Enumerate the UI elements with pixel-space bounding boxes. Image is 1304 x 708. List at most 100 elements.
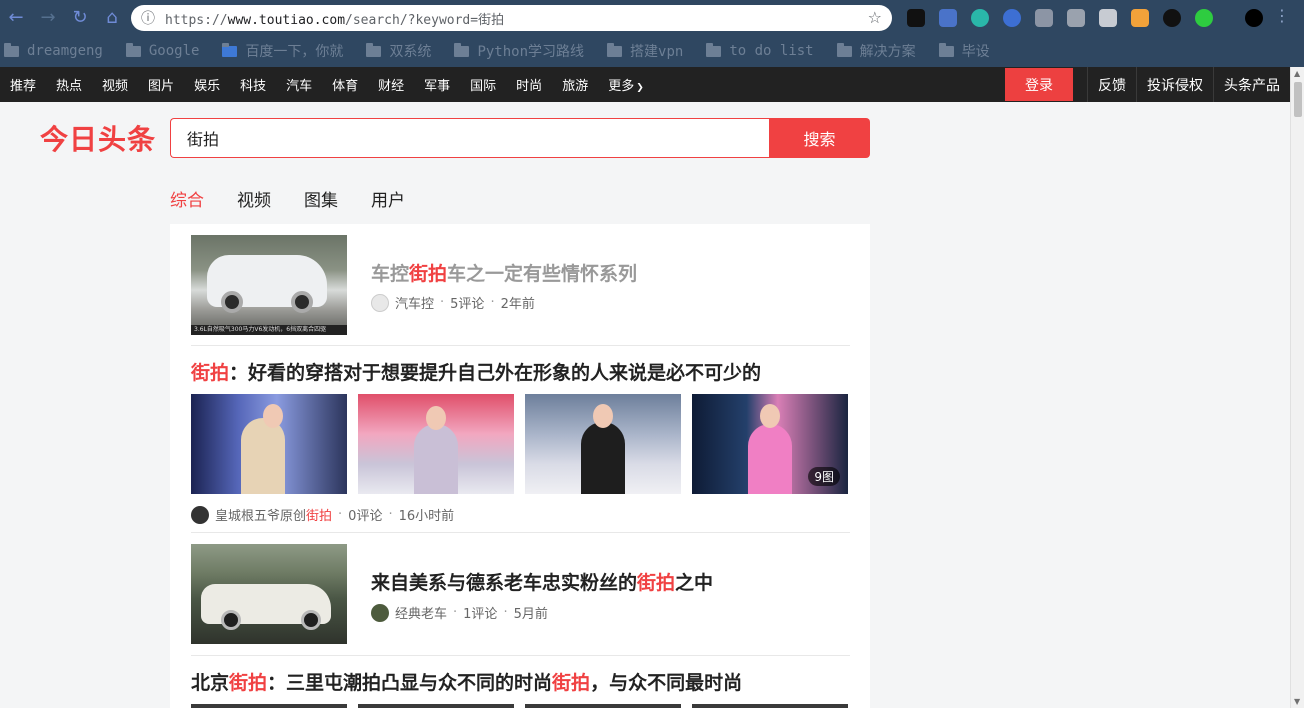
gallery-image[interactable] [191, 394, 347, 494]
head [593, 404, 613, 428]
nav-item-more[interactable]: 更多 ❯ [598, 75, 654, 94]
gallery-image[interactable] [191, 704, 347, 708]
wheel [221, 291, 243, 313]
nav-item-video[interactable]: 视频 [92, 75, 138, 94]
products-link[interactable]: 头条产品 [1213, 67, 1290, 102]
forward-icon[interactable]: → [32, 2, 64, 34]
result-item[interactable]: 来自美系与德系老车忠实粉丝的街拍之中 经典老车 · 1评论 · 5月前 [191, 544, 850, 656]
source-name[interactable]: 皇城根五爷原创街拍 [215, 505, 332, 524]
image-count-badge: 9图 [808, 467, 840, 486]
head [760, 404, 780, 428]
avatar[interactable] [191, 505, 209, 524]
nav-item-travel[interactable]: 旅游 [552, 75, 598, 94]
extension-amazon-icon[interactable] [1131, 9, 1149, 27]
info-icon[interactable]: ⓘ [131, 8, 165, 28]
bookmark-star-icon[interactable]: ☆ [868, 8, 882, 27]
report-link[interactable]: 投诉侵权 [1136, 67, 1213, 102]
login-button[interactable]: 登录 [1005, 68, 1073, 101]
result-item[interactable]: 北京街拍：三里屯潮拍凸显与众不同的时尚街拍，与众不同最时尚 [191, 656, 850, 708]
tab-video[interactable]: 视频 [237, 186, 271, 211]
tab-users[interactable]: 用户 [371, 186, 405, 211]
comment-count[interactable]: 5评论 [450, 293, 484, 312]
tab-all[interactable]: 综合 [170, 186, 204, 211]
bookmark-item[interactable]: Python学习路线 [454, 41, 584, 61]
back-icon[interactable]: ← [0, 2, 32, 34]
extension-y-icon[interactable] [1195, 9, 1213, 27]
search-input[interactable]: 街拍 [170, 118, 770, 158]
extension-chat-icon[interactable] [1163, 9, 1181, 27]
result-thumbnail[interactable] [191, 544, 347, 644]
tab-gallery[interactable]: 图集 [304, 186, 338, 211]
url-text[interactable]: https://www.toutiao.com/search/?keyword=… [165, 9, 504, 28]
gallery-image[interactable] [525, 394, 681, 494]
gallery-image[interactable]: 9图 [692, 394, 848, 494]
site-logo[interactable]: 今日头条 [40, 118, 156, 158]
result-title[interactable]: 北京街拍：三里屯潮拍凸显与众不同的时尚街拍，与众不同最时尚 [191, 668, 742, 695]
extension-m-icon[interactable] [971, 9, 989, 27]
nav-item-fashion[interactable]: 时尚 [506, 75, 552, 94]
chevron-down-icon: ❯ [636, 83, 644, 93]
folder-icon [454, 42, 470, 57]
extension-diamond-icon[interactable] [1003, 9, 1021, 27]
nav-item-entertainment[interactable]: 娱乐 [184, 75, 230, 94]
profile-avatar[interactable] [1245, 9, 1263, 27]
bookmark-label: 解决方案 [859, 44, 916, 60]
nav-item-finance[interactable]: 财经 [368, 75, 414, 94]
nav-item-recommend[interactable]: 推荐 [0, 75, 46, 94]
nav-item-hot[interactable]: 热点 [46, 75, 92, 94]
bookmark-item[interactable]: 双系统 [366, 41, 431, 61]
result-item[interactable]: 3.6L自然吸气300马力V6发动机，6挡双离合四驱 车控街拍车之一定有些情怀系… [191, 235, 850, 346]
extension-translate-icon[interactable] [939, 9, 957, 27]
nav-item-military[interactable]: 军事 [414, 75, 460, 94]
scroll-down-icon[interactable]: ▼ [1294, 697, 1300, 706]
extension-owl-icon[interactable] [907, 9, 925, 27]
result-tabs: 综合 视频 图集 用户 [170, 186, 438, 211]
gallery-image[interactable] [525, 704, 681, 708]
bookmark-item[interactable]: 搭建vpn [607, 41, 683, 61]
nav-item-auto[interactable]: 汽车 [276, 75, 322, 94]
nav-item-images[interactable]: 图片 [138, 75, 184, 94]
nav-item-international[interactable]: 国际 [460, 75, 506, 94]
title-highlight: 街拍 [191, 362, 230, 384]
scroll-up-icon[interactable]: ▲ [1294, 69, 1300, 78]
nav-item-sports[interactable]: 体育 [322, 75, 368, 94]
extension-hand-icon[interactable] [1035, 9, 1053, 27]
extension-puzzle-icon[interactable] [1099, 9, 1117, 27]
search-button[interactable]: 搜索 [769, 118, 870, 158]
reload-icon[interactable]: ↻ [64, 2, 96, 34]
publish-time: 2年前 [500, 297, 535, 312]
feedback-link[interactable]: 反馈 [1087, 67, 1136, 102]
page-scrollbar[interactable]: ▲ ▼ [1290, 67, 1304, 708]
browser-menu-icon[interactable]: ⋮ [1274, 6, 1290, 25]
bookmark-item[interactable]: 毕设 [938, 41, 990, 61]
bookmark-item[interactable]: Google [125, 42, 199, 59]
result-item[interactable]: 街拍：好看的穿搭对于想要提升自己外在形象的人来说是必不可少的 9图 皇城根五爷原… [191, 346, 850, 533]
source-name[interactable]: 经典老车 [395, 603, 447, 622]
address-bar[interactable]: ⓘ https://www.toutiao.com/search/?keywor… [131, 5, 892, 31]
gallery-image[interactable] [358, 394, 514, 494]
extension-printer-icon[interactable] [1067, 9, 1085, 27]
avatar[interactable] [371, 603, 389, 622]
result-title[interactable]: 来自美系与德系老车忠实粉丝的街拍之中 [371, 568, 713, 595]
bookmark-item[interactable]: 百度一下，你就 [222, 41, 343, 61]
gallery-image[interactable] [358, 704, 514, 708]
folder-icon [938, 42, 954, 57]
browser-chrome: ← → ↻ ⌂ ⓘ https://www.toutiao.com/search… [0, 0, 1304, 67]
bookmark-label: 双系统 [389, 44, 432, 60]
result-title[interactable]: 车控街拍车之一定有些情怀系列 [371, 259, 637, 286]
title-text: 之中 [675, 572, 714, 594]
result-thumbnail[interactable]: 3.6L自然吸气300马力V6发动机，6挡双离合四驱 [191, 235, 347, 335]
avatar[interactable] [371, 293, 389, 312]
bookmark-item[interactable]: to do list [706, 42, 814, 59]
bookmark-item[interactable]: 解决方案 [836, 41, 916, 61]
title-text: ：三里屯潮拍凸显与众不同的时尚 [267, 672, 553, 694]
comment-count[interactable]: 0评论 [348, 505, 382, 524]
gallery-image[interactable] [692, 704, 848, 708]
result-title[interactable]: 街拍：好看的穿搭对于想要提升自己外在形象的人来说是必不可少的 [191, 358, 761, 385]
home-icon[interactable]: ⌂ [96, 2, 128, 34]
scrollbar-thumb[interactable] [1294, 82, 1302, 117]
nav-item-tech[interactable]: 科技 [230, 75, 276, 94]
source-name[interactable]: 汽车控 [395, 293, 434, 312]
comment-count[interactable]: 1评论 [463, 603, 497, 622]
bookmark-item[interactable]: dreamgeng [4, 42, 103, 59]
